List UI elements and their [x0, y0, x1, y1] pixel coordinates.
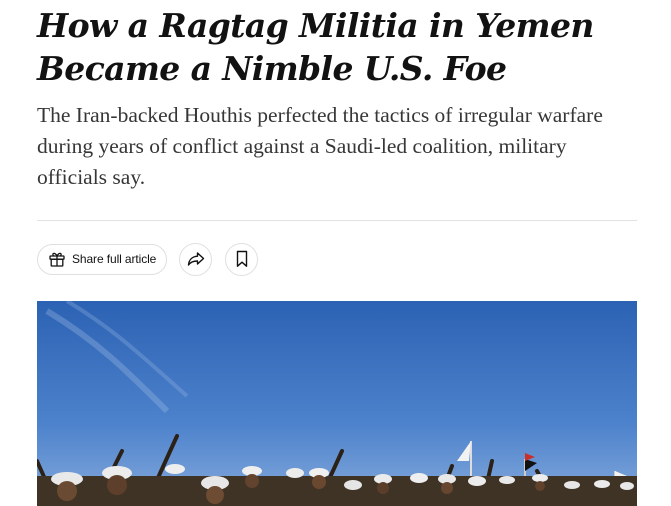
headline-line-1: How a Ragtag Militia in Yemen — [37, 6, 594, 45]
gift-icon — [48, 250, 66, 268]
share-arrow-icon — [187, 251, 205, 267]
headline: How a Ragtag Militia in Yemen Became a N… — [37, 0, 637, 90]
article-toolbar: Share full article — [37, 242, 259, 276]
save-bookmark-button[interactable] — [225, 242, 259, 276]
bookmark-icon — [235, 250, 249, 268]
article-summary: The Iran-backed Houthis perfected the ta… — [37, 103, 603, 189]
hero-image — [37, 301, 637, 506]
share-full-article-button[interactable]: Share full article — [37, 243, 168, 275]
headline-line-2: Became a Nimble U.S. Foe — [37, 49, 507, 88]
divider — [37, 220, 637, 221]
article-header: How a Ragtag Militia in Yemen Became a N… — [37, 0, 637, 506]
share-button[interactable] — [179, 242, 213, 276]
share-full-article-label: Share full article — [72, 252, 157, 266]
